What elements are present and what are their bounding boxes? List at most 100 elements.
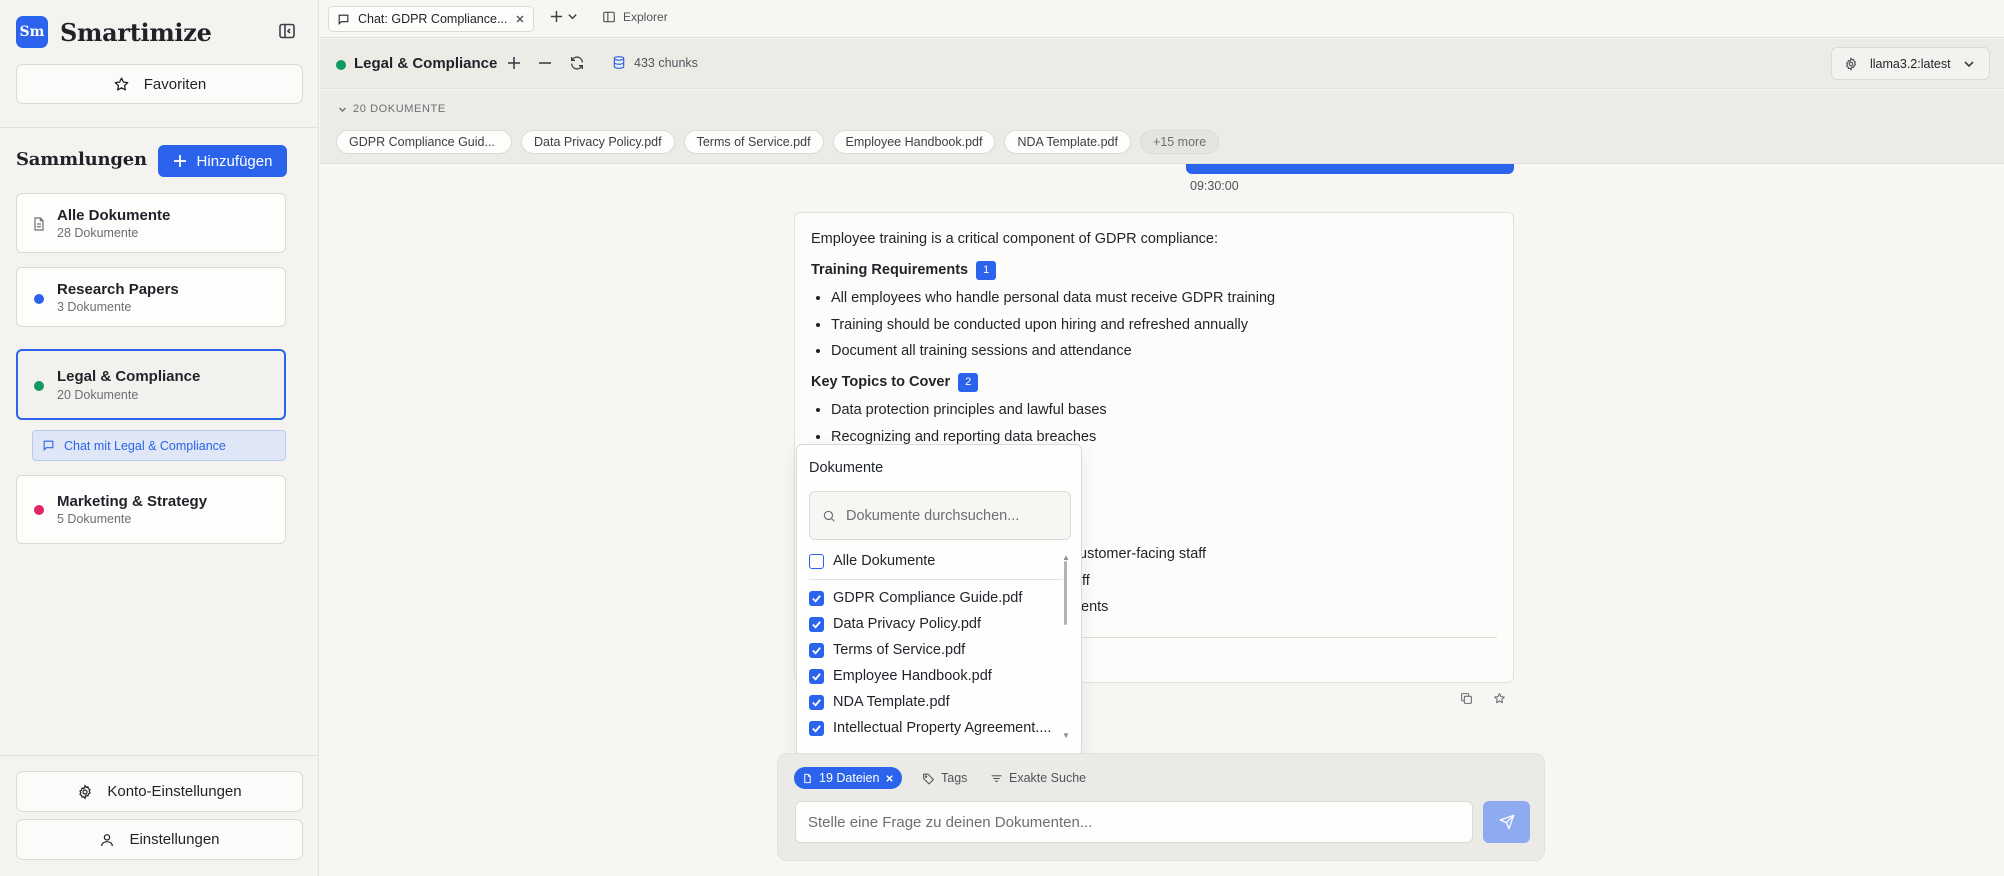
close-icon[interactable] xyxy=(885,774,894,783)
collections-title: Sammlungen xyxy=(16,149,147,170)
selected-files-pill[interactable]: 19 Dateien xyxy=(794,767,903,789)
document-chip[interactable]: Terms of Service.pdf xyxy=(683,130,824,154)
search-icon xyxy=(822,509,836,523)
document-chip[interactable]: GDPR Compliance Guid... xyxy=(336,130,512,154)
collection-color-dot xyxy=(34,294,44,304)
document-option[interactable]: NDA Template.pdf xyxy=(809,694,950,710)
favorites-button[interactable]: Favoriten xyxy=(16,64,303,104)
document-icon xyxy=(31,216,47,232)
list-item: Document all training sessions and atten… xyxy=(831,341,1497,361)
add-collection-button[interactable]: Hinzufügen xyxy=(158,145,287,177)
exact-search-button[interactable]: Exakte Suche xyxy=(990,767,1086,789)
settings-label: Einstellungen xyxy=(129,831,220,848)
document-filter-popover: Dokumente Alle Dokumente GDPR Compliance… xyxy=(796,444,1082,756)
tab-chat[interactable]: Chat: GDPR Compliance... xyxy=(328,6,534,32)
chevron-down-icon xyxy=(567,11,578,22)
document-chips: GDPR Compliance Guid... Data Privacy Pol… xyxy=(336,130,1220,154)
document-search xyxy=(809,491,1071,540)
document-chip[interactable]: NDA Template.pdf xyxy=(1004,130,1131,154)
list-item: All employees who handle personal data m… xyxy=(831,288,1497,308)
checkbox-label: Intellectual Property Agreement.... xyxy=(833,720,1052,736)
collection-count: 3 Dokumente xyxy=(57,300,132,314)
chunks-indicator: 433 chunks xyxy=(612,55,698,70)
brand-name: Smartimize xyxy=(60,17,212,47)
answer-heading: Training Requirements 1 xyxy=(811,260,1497,280)
heading-text: Training Requirements xyxy=(811,262,969,278)
collection-marketing-strategy[interactable]: Marketing & Strategy 5 Dokumente xyxy=(16,475,286,544)
collection-count: 5 Dokumente xyxy=(57,512,132,526)
collection-actions xyxy=(507,55,585,71)
chat-with-collection-button[interactable]: Chat mit Legal & Compliance xyxy=(32,430,286,461)
citation-badge[interactable]: 1 xyxy=(976,260,997,280)
documents-toggle[interactable]: 20 DOKUMENTE xyxy=(338,103,446,115)
checkbox-label: GDPR Compliance Guide.pdf xyxy=(833,590,1023,606)
collection-all-documents[interactable]: Alle Dokumente 28 Dokumente xyxy=(16,193,286,253)
chat-bubble-icon xyxy=(337,13,350,26)
message-actions xyxy=(1460,692,1506,705)
document-search-input[interactable] xyxy=(846,507,1066,524)
collection-legal-compliance[interactable]: Legal & Compliance 20 Dokumente xyxy=(16,349,286,420)
star-icon[interactable] xyxy=(1493,692,1506,705)
document-chip[interactable]: Data Privacy Policy.pdf xyxy=(521,130,675,154)
collection-color-dot xyxy=(336,60,346,70)
sidebar-collapse-icon[interactable] xyxy=(278,22,296,40)
collection-header: Legal & Compliance 433 chunks llama3.2:l… xyxy=(320,39,2004,89)
checkbox-checked[interactable] xyxy=(809,694,824,710)
checkbox[interactable] xyxy=(809,553,824,569)
refresh-icon[interactable] xyxy=(569,55,585,71)
explorer-label: Explorer xyxy=(623,10,668,24)
brand[interactable]: Sm Smartimize xyxy=(16,16,212,48)
more-documents-chip[interactable]: +15 more xyxy=(1139,130,1220,154)
chevron-down-icon xyxy=(338,105,347,114)
new-tab-button[interactable] xyxy=(550,10,578,23)
checkbox-checked[interactable] xyxy=(809,590,824,606)
collection-color-dot xyxy=(34,381,44,391)
model-selector[interactable]: llama3.2:latest xyxy=(1831,47,1990,80)
tags-button[interactable]: Tags xyxy=(922,767,967,789)
scrollbar-thumb[interactable] xyxy=(1064,561,1067,625)
gear-icon xyxy=(1844,56,1858,71)
close-icon[interactable] xyxy=(515,14,525,24)
zoom-out-icon[interactable] xyxy=(538,56,552,70)
collection-research-papers[interactable]: Research Papers 3 Dokumente xyxy=(16,267,286,327)
checkbox-checked[interactable] xyxy=(809,720,824,736)
composer: 19 Dateien Tags Exakte Suche xyxy=(777,753,1545,861)
document-option[interactable]: GDPR Compliance Guide.pdf xyxy=(809,590,1022,606)
chat-with-label: Chat mit Legal & Compliance xyxy=(64,438,226,453)
question-input[interactable] xyxy=(795,801,1473,843)
tag-icon xyxy=(922,772,935,785)
send-button[interactable] xyxy=(1483,801,1530,843)
settings-button[interactable]: Einstellungen xyxy=(16,819,303,860)
brand-logo: Sm xyxy=(16,16,48,48)
gear-icon xyxy=(77,783,93,800)
document-option[interactable]: Intellectual Property Agreement.... xyxy=(809,720,1051,736)
document-option[interactable]: Data Privacy Policy.pdf xyxy=(809,616,981,632)
send-icon xyxy=(1499,814,1515,830)
database-icon xyxy=(612,55,626,70)
tags-label: Tags xyxy=(941,771,968,785)
tab-bar: Chat: GDPR Compliance... Explorer xyxy=(320,0,2004,38)
copy-icon[interactable] xyxy=(1460,692,1473,705)
document-option[interactable]: Employee Handbook.pdf xyxy=(809,668,992,684)
checkbox-checked[interactable] xyxy=(809,616,824,632)
collection-count: 28 Dokumente xyxy=(57,226,139,240)
checkbox-checked[interactable] xyxy=(809,642,824,658)
divider xyxy=(0,127,319,128)
account-settings-button[interactable]: Konto-Einstellungen xyxy=(16,771,303,812)
exact-search-label: Exakte Suche xyxy=(1009,771,1087,785)
collection-name: Marketing & Strategy xyxy=(57,493,208,510)
explorer-button[interactable]: Explorer xyxy=(602,10,668,24)
document-chip[interactable]: Employee Handbook.pdf xyxy=(832,130,996,154)
add-collection-label: Hinzufügen xyxy=(196,152,273,170)
answer-text-fragment: ff xyxy=(1082,573,1090,589)
scroll-down-icon[interactable]: ▼ xyxy=(1062,731,1070,740)
answer-intro: Employee training is a critical componen… xyxy=(811,231,1218,247)
checkbox-checked[interactable] xyxy=(809,668,824,684)
document-option[interactable]: Terms of Service.pdf xyxy=(809,642,965,658)
checkbox-label: Alle Dokumente xyxy=(833,553,936,569)
select-all-documents[interactable]: Alle Dokumente xyxy=(809,553,935,569)
citation-badge[interactable]: 2 xyxy=(958,372,979,392)
popover-title: Dokumente xyxy=(809,460,884,476)
document-icon xyxy=(802,773,813,784)
zoom-in-icon[interactable] xyxy=(507,56,521,70)
